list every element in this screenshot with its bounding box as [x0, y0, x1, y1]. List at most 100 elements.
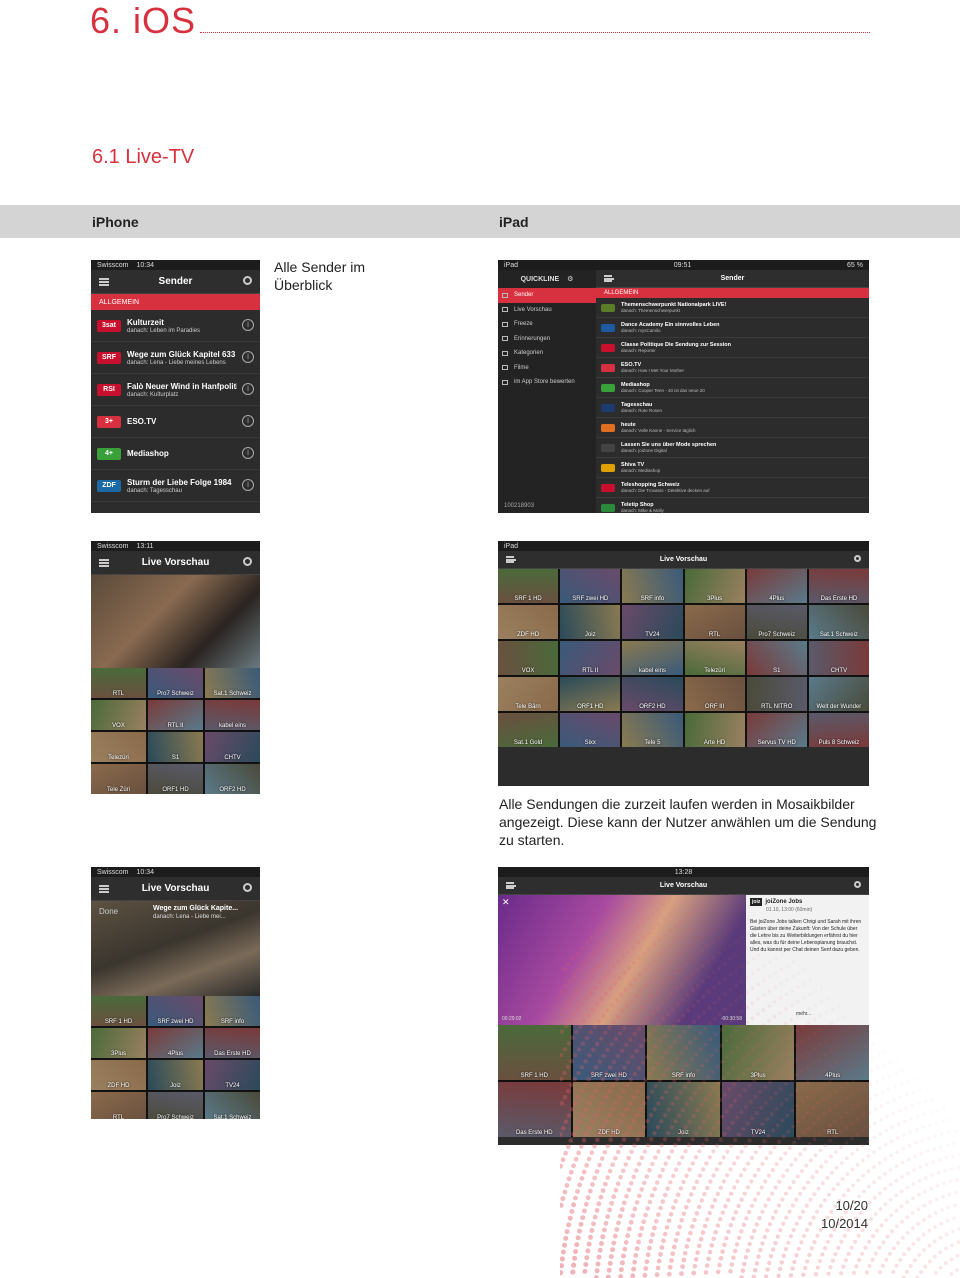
channel-tile[interactable]: S1	[746, 641, 807, 675]
channel-row[interactable]: Tagesschau danach: Rote Rosen	[596, 398, 869, 418]
channel-row[interactable]: Teletip Shop danach: Mike & Molly	[596, 498, 869, 513]
search-icon[interactable]	[243, 276, 252, 285]
channel-tile[interactable]: RTL II	[560, 641, 621, 675]
channel-row[interactable]: 3sat Kulturzeit danach: Leben im Paradies i	[91, 310, 260, 342]
menu-icon[interactable]	[506, 882, 516, 889]
channel-tile[interactable]: SRF 1 HD	[498, 569, 559, 603]
channel-tile[interactable]: RTL II	[148, 700, 203, 730]
channel-tile[interactable]: SRF info	[205, 996, 260, 1026]
channel-row[interactable]: 4+ Mediashop i	[91, 438, 260, 470]
channel-row[interactable]: Teleshopping Schweiz danach: Die Trovatos…	[596, 478, 869, 498]
channel-row[interactable]: ESO.TV danach: How I Met Your Mother	[596, 358, 869, 378]
search-icon[interactable]	[243, 557, 252, 566]
menu-icon[interactable]	[99, 885, 109, 893]
channel-tile[interactable]: ZDF HD	[498, 605, 559, 639]
channel-tile[interactable]: CHTV	[808, 641, 869, 675]
channel-tile[interactable]: Sat.1 Gold	[498, 713, 559, 747]
channel-tile[interactable]: S1	[148, 732, 203, 762]
info-icon[interactable]: i	[242, 351, 254, 363]
channel-row[interactable]: Lassen Sie uns über Mode sprechen danach:…	[596, 438, 869, 458]
player-video[interactable]: Done Wege zum Glück Kapite... danach: Le…	[91, 901, 260, 996]
channel-tile[interactable]: Servus TV HD	[746, 713, 807, 747]
done-button[interactable]: Done	[99, 907, 118, 916]
channel-tile[interactable]: Joiz	[148, 1060, 203, 1090]
channel-row[interactable]: 3+ ESO.TV i	[91, 406, 260, 438]
side-menu-item[interactable]: Live Vorschau	[498, 303, 596, 318]
info-icon[interactable]: i	[242, 319, 254, 331]
side-menu-item[interactable]: Sender	[498, 288, 596, 303]
info-icon[interactable]: i	[242, 447, 254, 459]
search-icon[interactable]	[854, 555, 861, 562]
channel-tile[interactable]: ORF2 HD	[205, 764, 260, 794]
channel-tile[interactable]: ORF2 HD	[622, 677, 683, 711]
channel-row[interactable]: SRF Wege zum Glück Kapitel 633 danach: Len…	[91, 342, 260, 374]
info-icon[interactable]: i	[242, 479, 254, 491]
channel-row[interactable]: Themenschwerpunkt Nationalpark LIVE! dana…	[596, 298, 869, 318]
channel-tile[interactable]: ORF1 HD	[148, 764, 203, 794]
channel-tile[interactable]: Tele Bärn	[498, 677, 559, 711]
channel-tile[interactable]: RTL NITRO	[746, 677, 807, 711]
channel-row[interactable]: RSI Falò Neuer Wind in Hanfpoliti... danac…	[91, 374, 260, 406]
channel-tile[interactable]: Sat.1 Schweiz	[205, 668, 260, 698]
channel-tile[interactable]: Telezüri	[91, 732, 146, 762]
menu-icon[interactable]	[604, 275, 614, 282]
channel-tile[interactable]: Pro7 Schweiz	[746, 605, 807, 639]
channel-tile[interactable]: kabel eins	[205, 700, 260, 730]
channel-tile[interactable]: 3Plus	[91, 1028, 146, 1058]
menu-icon[interactable]	[506, 556, 516, 563]
channel-tile[interactable]: Telezüri	[684, 641, 745, 675]
info-icon[interactable]: i	[242, 383, 254, 395]
channel-tile[interactable]: Puls 8 Schweiz	[808, 713, 869, 747]
channel-tile[interactable]: kabel eins	[622, 641, 683, 675]
channel-tile[interactable]: Pro7 Schweiz	[148, 1092, 203, 1119]
channel-tile[interactable]: Joiz	[560, 605, 621, 639]
side-menu-item[interactable]: Filme	[498, 361, 596, 376]
channel-tile[interactable]: Tele 5	[622, 713, 683, 747]
channel-tile[interactable]: TV24	[622, 605, 683, 639]
channel-tile[interactable]: SRF zwei HD	[148, 996, 203, 1026]
channel-row[interactable]: ZDF Sturm der Liebe Folge 1984 danach: Tag…	[91, 470, 260, 502]
channel-tile[interactable]: ORF1 HD	[560, 677, 621, 711]
channel-tile[interactable]: RTL	[91, 1092, 146, 1119]
channel-tile[interactable]: TV24	[205, 1060, 260, 1090]
side-menu-item[interactable]: Freeze	[498, 317, 596, 332]
side-menu-item[interactable]: im App Store bewerten	[498, 375, 596, 390]
channel-tile[interactable]: VOX	[498, 641, 559, 675]
gear-icon[interactable]: ⚙	[567, 275, 573, 283]
channel-tile[interactable]: 3Plus	[684, 569, 745, 603]
close-icon[interactable]: ✕	[502, 897, 510, 908]
channel-tile[interactable]: 4Plus	[746, 569, 807, 603]
channel-tile[interactable]: RTL	[91, 668, 146, 698]
channel-tile[interactable]: VOX	[91, 700, 146, 730]
info-icon[interactable]: i	[242, 415, 254, 427]
channel-tile[interactable]: RTL	[684, 605, 745, 639]
channel-tile[interactable]: SRF zwei HD	[560, 569, 621, 603]
channel-tile[interactable]: ZDF HD	[91, 1060, 146, 1090]
search-icon[interactable]	[854, 881, 861, 888]
channel-row[interactable]: heute danach: Volle Kanne - Service tägli…	[596, 418, 869, 438]
channel-tile[interactable]: Pro7 Schweiz	[148, 668, 203, 698]
channel-tile[interactable]: CHTV	[205, 732, 260, 762]
menu-icon[interactable]	[99, 278, 109, 286]
channel-row[interactable]: Shiva TV danach: Mediashop	[596, 458, 869, 478]
channel-tile[interactable]: Sat.1 Schweiz	[808, 605, 869, 639]
channel-tile[interactable]: Sat.1 Schweiz	[205, 1092, 260, 1119]
side-menu-item[interactable]: Erinnerungen	[498, 332, 596, 347]
channel-tile[interactable]: SRF 1 HD	[91, 996, 146, 1026]
side-menu-item[interactable]: Kategorien	[498, 346, 596, 361]
search-icon[interactable]	[243, 883, 252, 892]
channel-row[interactable]: Dance Academy Ein sinnvolles Leben danach…	[596, 318, 869, 338]
channel-tile[interactable]: Das Erste HD	[205, 1028, 260, 1058]
channel-row[interactable]: Classe Politique Die Sendung zur Session…	[596, 338, 869, 358]
channel-tile[interactable]: Das Erste HD	[808, 569, 869, 603]
channel-tile[interactable]: Arte HD	[684, 713, 745, 747]
channel-tile[interactable]: Tele Züri	[91, 764, 146, 794]
preview-video[interactable]	[91, 575, 260, 668]
menu-icon[interactable]	[99, 559, 109, 567]
channel-row[interactable]: Mediashop danach: Cooper Teen - 40 ist da…	[596, 378, 869, 398]
channel-tile[interactable]: Sixx	[560, 713, 621, 747]
channel-tile[interactable]: SRF info	[622, 569, 683, 603]
channel-tile[interactable]: 4Plus	[148, 1028, 203, 1058]
channel-tile[interactable]: ORF III	[684, 677, 745, 711]
channel-tile[interactable]: Welt der Wunder	[808, 677, 869, 711]
